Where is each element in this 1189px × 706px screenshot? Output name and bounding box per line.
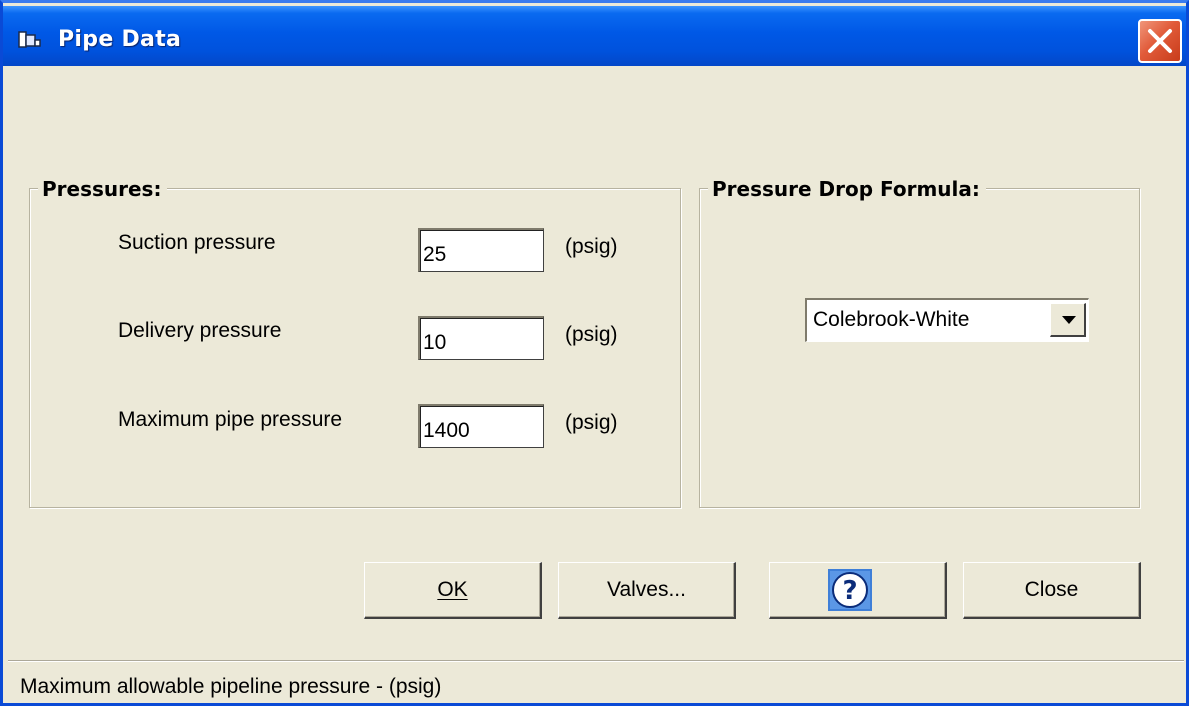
ok-button-label: OK [437, 578, 468, 601]
suction-pressure-input[interactable] [418, 228, 544, 272]
window-title: Pipe Data [58, 27, 182, 52]
formula-group-title: Pressure Drop Formula: [708, 177, 986, 201]
close-button[interactable]: Close [963, 562, 1141, 619]
valves-button-label: Valves... [607, 578, 686, 601]
suction-pressure-unit: (psig) [565, 235, 618, 258]
help-icon: ? [828, 569, 872, 632]
formula-group: Pressure Drop Formula: [699, 177, 1140, 508]
status-bar: Maximum allowable pipeline pressure - (p… [8, 660, 1184, 703]
formula-dropdown-button[interactable] [1050, 303, 1086, 337]
title-bar[interactable]: Pipe Data [3, 6, 1186, 66]
close-icon [1148, 29, 1172, 53]
app-window-icon [18, 30, 44, 50]
max-pipe-pressure-label: Maximum pipe pressure [118, 408, 343, 431]
delivery-pressure-label: Delivery pressure [118, 319, 282, 342]
formula-select-value: Colebrook-White [813, 308, 970, 331]
status-text: Maximum allowable pipeline pressure - (p… [20, 675, 442, 698]
close-button-label: Close [1024, 578, 1079, 601]
pressures-group-title: Pressures: [38, 177, 168, 201]
chevron-down-icon [1062, 316, 1076, 324]
svg-text:?: ? [842, 576, 857, 606]
delivery-pressure-input[interactable] [418, 316, 544, 360]
ok-button[interactable]: OK [364, 562, 542, 619]
formula-select[interactable]: Colebrook-White [805, 298, 1089, 342]
help-button[interactable]: ? [769, 562, 947, 619]
suction-pressure-label: Suction pressure [118, 231, 276, 254]
delivery-pressure-unit: (psig) [565, 323, 618, 346]
max-pipe-pressure-unit: (psig) [565, 411, 618, 434]
pipe-data-dialog: Pipe Data Pressures: Suction pressure (p… [0, 0, 1189, 706]
valves-button[interactable]: Valves... [558, 562, 736, 619]
close-window-button[interactable] [1138, 19, 1182, 63]
max-pipe-pressure-input[interactable] [418, 404, 544, 448]
